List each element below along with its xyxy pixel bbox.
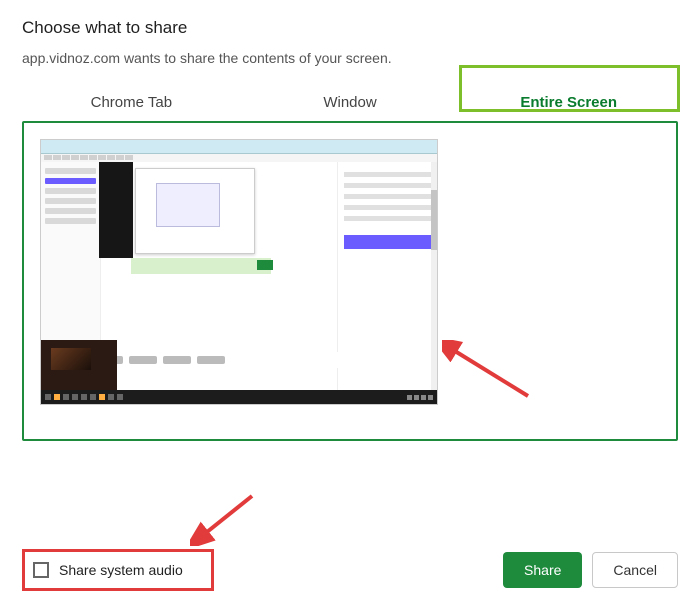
dialog-title: Choose what to share: [22, 18, 678, 38]
tab-entire-screen[interactable]: Entire Screen: [459, 84, 678, 121]
screen-thumbnail[interactable]: [40, 139, 438, 405]
share-tabs: Chrome Tab Window Entire Screen: [22, 84, 678, 121]
annotation-audio-highlight: Share system audio: [22, 549, 214, 591]
share-audio-label: Share system audio: [59, 562, 183, 578]
screen-share-dialog: Choose what to share app.vidnoz.com want…: [0, 0, 700, 609]
tab-window[interactable]: Window: [241, 84, 460, 121]
tab-chrome-tab[interactable]: Chrome Tab: [22, 84, 241, 121]
share-button[interactable]: Share: [503, 552, 582, 588]
dialog-subtitle: app.vidnoz.com wants to share the conten…: [22, 50, 678, 66]
cancel-button[interactable]: Cancel: [592, 552, 678, 588]
annotation-arrow-to-audio: [190, 490, 260, 546]
dialog-buttons: Share Cancel: [503, 552, 678, 588]
dialog-footer: Share system audio Share Cancel: [0, 549, 700, 591]
preview-area: [22, 121, 678, 441]
share-audio-checkbox[interactable]: [33, 562, 49, 578]
